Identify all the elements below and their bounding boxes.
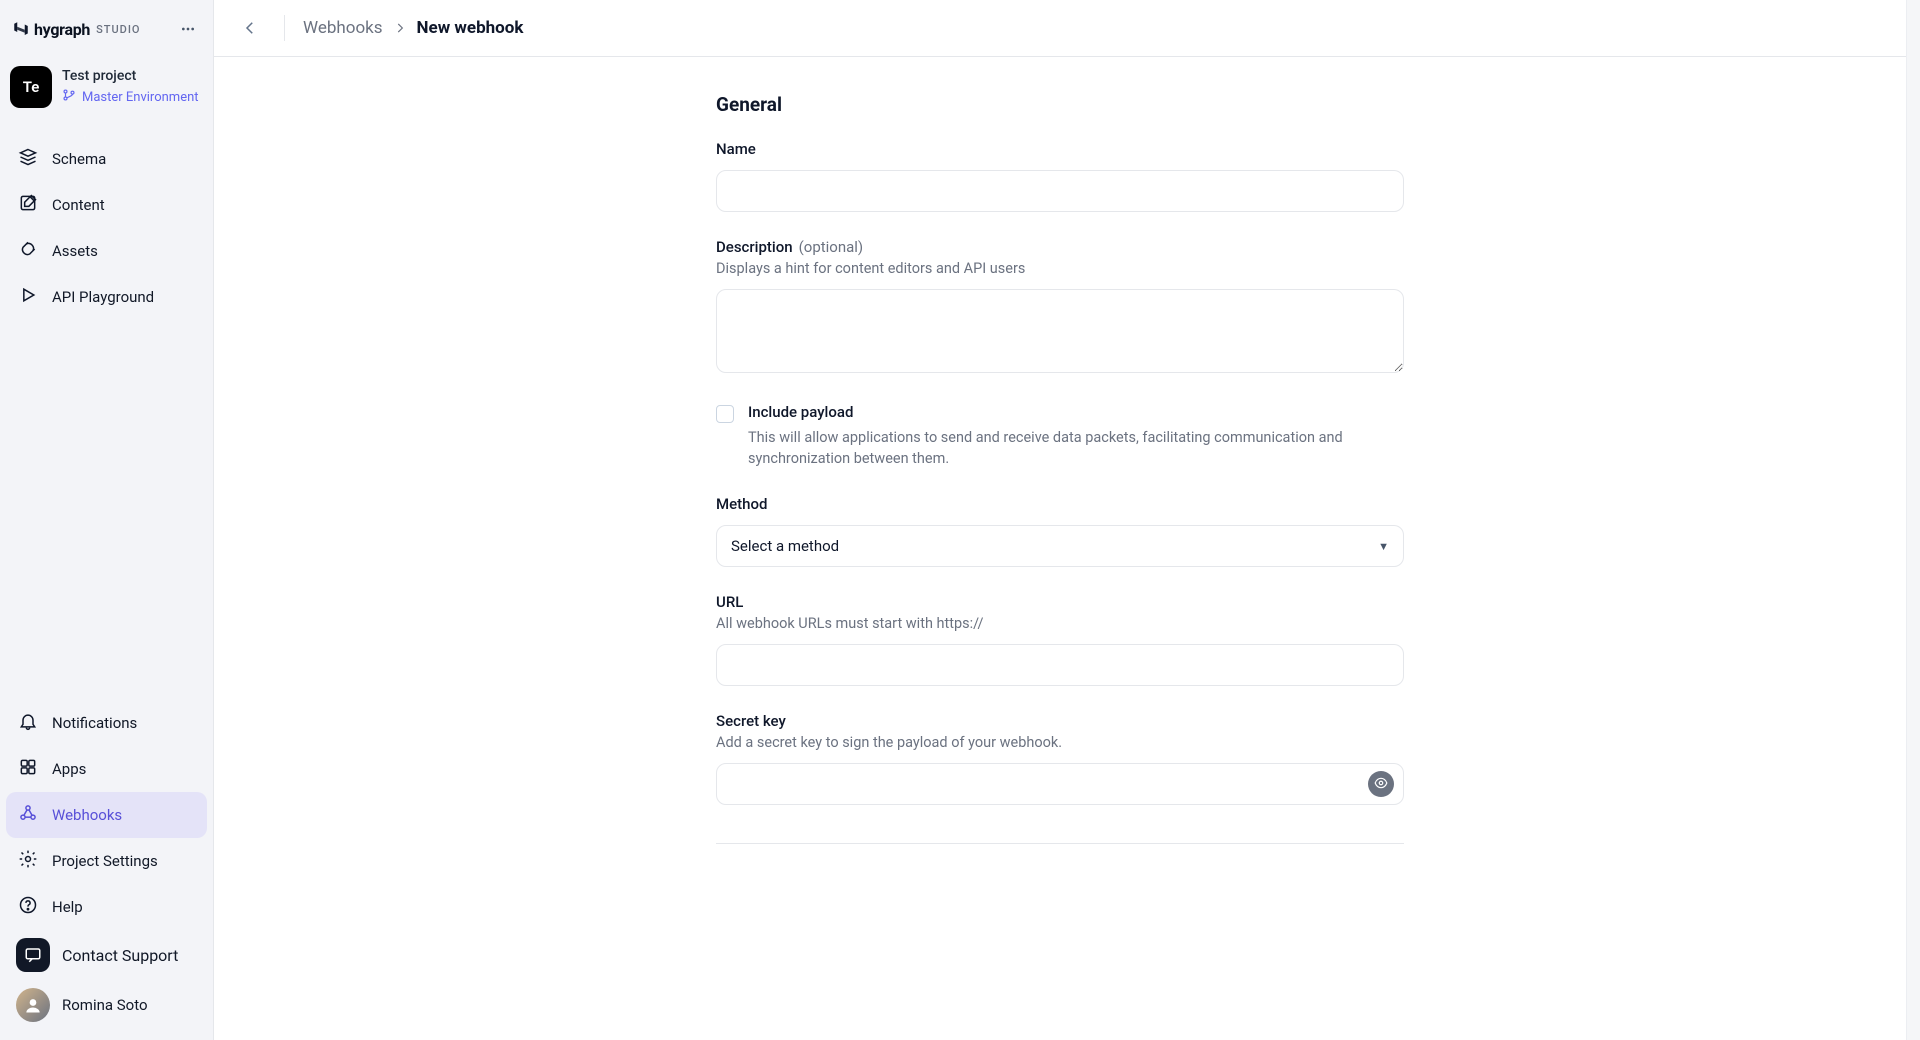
topbar: Webhooks New webhook [214, 0, 1906, 57]
brand-suffix: STUDIO [96, 23, 140, 36]
user-name: Romina Soto [62, 996, 148, 1014]
schema-icon [18, 147, 38, 171]
sidebar-item-help[interactable]: Help [6, 884, 207, 930]
nav-secondary: Notifications Apps Webhooks Project Sett… [0, 700, 213, 1040]
sidebar-item-label: Assets [52, 242, 98, 260]
scrollbar-gutter[interactable] [1906, 0, 1920, 1040]
url-input[interactable] [716, 644, 1404, 686]
chat-icon [16, 938, 50, 972]
breadcrumb: Webhooks New webhook [303, 18, 523, 38]
user-menu[interactable]: Romina Soto [6, 980, 207, 1030]
toggle-visibility-button[interactable] [1368, 771, 1394, 797]
sidebar-item-webhooks[interactable]: Webhooks [6, 792, 207, 838]
url-hint: All webhook URLs must start with https:/… [716, 615, 1404, 632]
description-textarea[interactable] [716, 289, 1404, 373]
project-name: Test project [62, 68, 199, 84]
sidebar-item-label: Schema [52, 150, 106, 168]
gear-icon [18, 849, 38, 873]
sidebar: hygraph STUDIO Te Test project Ma [0, 0, 214, 1040]
section-title: General [716, 93, 1404, 116]
chevron-right-icon [393, 21, 407, 35]
include-payload-checkbox[interactable] [716, 405, 734, 423]
support-label: Contact Support [62, 946, 178, 965]
webhook-icon [18, 803, 38, 827]
content-icon [18, 193, 38, 217]
environment-name: Master Environment [82, 90, 199, 105]
brand-mark-icon [12, 20, 30, 38]
environment-switcher[interactable]: Master Environment [62, 88, 199, 106]
sidebar-item-apps[interactable]: Apps [6, 746, 207, 792]
method-label: Method [716, 495, 767, 513]
secret-label: Secret key [716, 712, 786, 730]
sidebar-item-assets[interactable]: Assets [6, 228, 207, 274]
description-label: Description [716, 238, 793, 256]
url-label: URL [716, 593, 743, 611]
sidebar-item-label: Apps [52, 760, 86, 778]
sidebar-item-label: API Playground [52, 288, 154, 306]
sidebar-item-label: Project Settings [52, 852, 158, 870]
breadcrumb-parent[interactable]: Webhooks [303, 18, 383, 38]
sidebar-item-label: Help [52, 898, 83, 916]
field-include-payload: Include payload This will allow applicat… [716, 403, 1404, 469]
project-switcher[interactable]: Te Test project Master Environment [10, 66, 203, 108]
caret-down-icon: ▼ [1378, 540, 1389, 553]
sidebar-item-notifications[interactable]: Notifications [6, 700, 207, 746]
project-avatar: Te [10, 66, 52, 108]
apps-icon [18, 757, 38, 781]
sidebar-item-label: Webhooks [52, 806, 122, 824]
field-description: Description (optional) Displays a hint f… [716, 238, 1404, 377]
sidebar-item-content[interactable]: Content [6, 182, 207, 228]
sidebar-more-button[interactable] [177, 18, 199, 40]
section-divider [716, 843, 1404, 844]
user-avatar [16, 988, 50, 1022]
sidebar-item-api-playground[interactable]: API Playground [6, 274, 207, 320]
method-select[interactable]: Select a method ▼ [716, 525, 1404, 567]
brand-logo[interactable]: hygraph STUDIO [12, 20, 169, 39]
webhook-form: General Name Description (optional) Disp… [716, 93, 1404, 980]
name-input[interactable] [716, 170, 1404, 212]
secret-hint: Add a secret key to sign the payload of … [716, 734, 1404, 751]
sidebar-item-project-settings[interactable]: Project Settings [6, 838, 207, 884]
secret-input[interactable] [716, 763, 1404, 805]
divider [284, 15, 285, 41]
field-url: URL All webhook URLs must start with htt… [716, 593, 1404, 686]
assets-icon [18, 239, 38, 263]
description-hint: Displays a hint for content editors and … [716, 260, 1404, 277]
bell-icon [18, 711, 38, 735]
eye-icon [1374, 775, 1388, 794]
include-payload-desc: This will allow applications to send and… [748, 427, 1348, 469]
contact-support[interactable]: Contact Support [6, 930, 207, 980]
field-secret-key: Secret key Add a secret key to sign the … [716, 712, 1404, 805]
sidebar-item-label: Notifications [52, 714, 137, 732]
sidebar-item-schema[interactable]: Schema [6, 136, 207, 182]
sidebar-item-label: Content [52, 196, 105, 214]
back-button[interactable] [234, 12, 266, 44]
breadcrumb-current: New webhook [417, 18, 524, 38]
name-label: Name [716, 140, 756, 158]
description-optional: (optional) [799, 238, 864, 256]
field-method: Method Select a method ▼ [716, 495, 1404, 567]
content-scroll[interactable]: General Name Description (optional) Disp… [214, 57, 1906, 1040]
include-payload-label: Include payload [748, 403, 1348, 421]
nav-primary: Schema Content Assets API Playground [0, 136, 213, 320]
branch-icon [62, 88, 76, 106]
brand-name: hygraph [34, 20, 90, 39]
help-icon [18, 895, 38, 919]
play-icon [18, 285, 38, 309]
method-placeholder: Select a method [731, 537, 839, 555]
field-name: Name [716, 140, 1404, 212]
